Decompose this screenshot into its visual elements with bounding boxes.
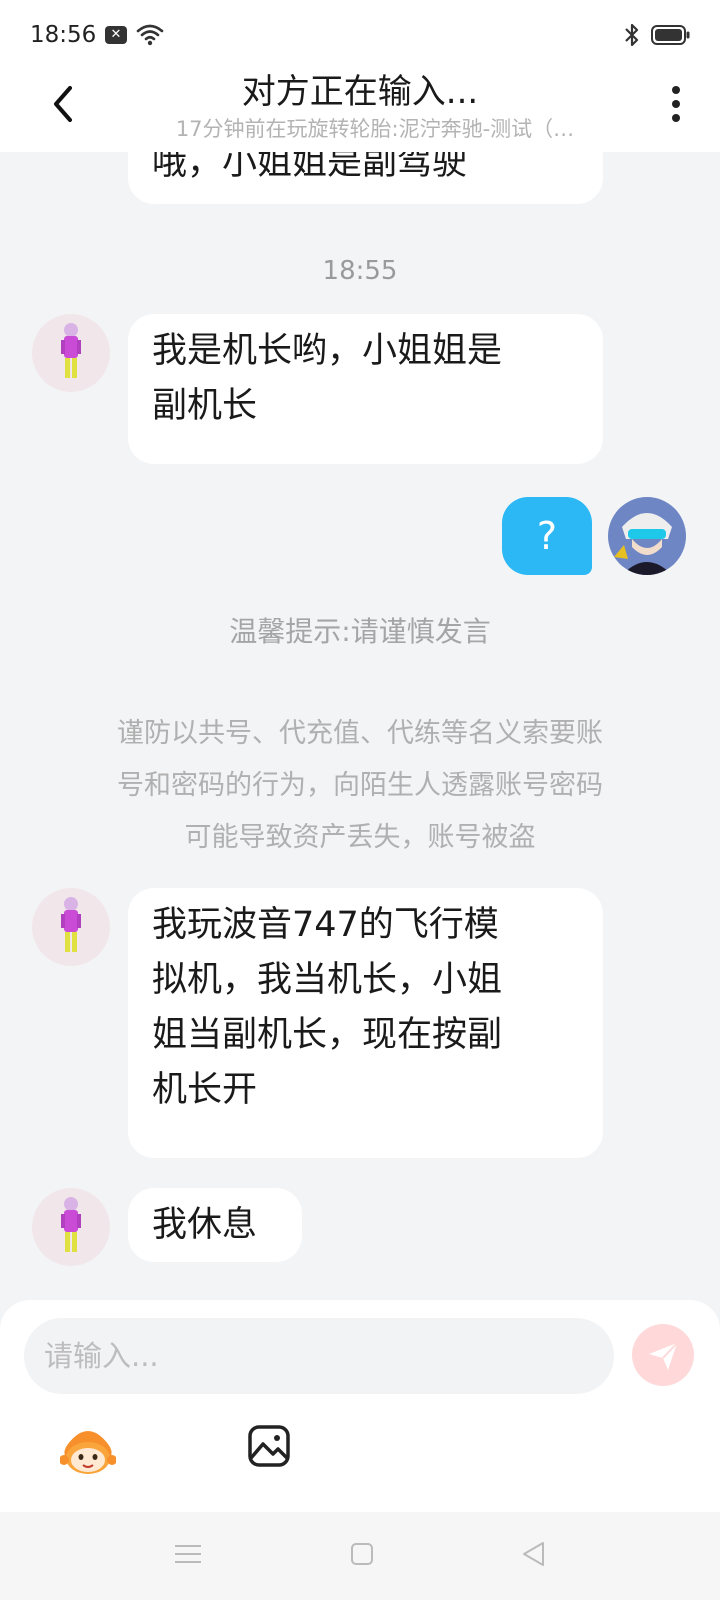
system-nav-bar (0, 1512, 720, 1600)
user-avatar-icon (608, 497, 686, 575)
message-input[interactable] (24, 1318, 614, 1394)
character-figure-icon (61, 323, 81, 378)
contact-avatar[interactable] (32, 314, 110, 392)
home-icon[interactable] (350, 1542, 374, 1566)
safety-tip: 温馨提示:请谨慎发言 (229, 615, 491, 648)
message-bubble-partial[interactable]: 哦，小姐姐是副驾驶 (128, 152, 603, 204)
warning-line: 谨防以共号、代充值、代练等名义索要账 (117, 718, 603, 749)
page-title: 对方正在输入... (241, 72, 479, 112)
send-button[interactable] (632, 1324, 694, 1386)
message-bubble[interactable]: 我是机长哟，小姐姐是 副机长 (128, 314, 603, 464)
message-timestamp: 18:55 (322, 256, 398, 286)
battery-icon (651, 25, 690, 45)
message-line: 机长开 (152, 1070, 258, 1110)
input-panel (0, 1300, 720, 1512)
message-line: 我休息 (152, 1205, 258, 1245)
message-line: 姐当副机长，现在按副 (152, 1015, 503, 1055)
character-figure-icon (61, 897, 81, 952)
my-avatar[interactable] (608, 497, 686, 575)
message-line: 我玩波音747的飞行模 (152, 905, 499, 945)
more-vertical-icon[interactable] (666, 82, 686, 126)
bluetooth-icon (625, 23, 639, 47)
contact-avatar[interactable] (32, 1188, 110, 1266)
warning-line: 可能导致资产丢失，账号被盗 (184, 822, 536, 853)
emoji-sticker-icon[interactable] (60, 1422, 116, 1478)
message-line: 拟机，我当机长，小姐 (152, 960, 503, 1000)
message-line: 我是机长哟，小姐姐是 (152, 331, 503, 371)
contact-avatar[interactable] (32, 888, 110, 966)
my-message-bubble[interactable]: ? (502, 497, 592, 575)
message-bubble[interactable]: 我玩波音747的飞行模 拟机，我当机长，小姐 姐当副机长，现在按副 机长开 (128, 888, 603, 1158)
notification-x-icon: ✕ (105, 26, 127, 44)
image-icon[interactable] (247, 1424, 291, 1468)
status-bar: 18:56 ✕ (0, 0, 720, 72)
message-text: 哦，小姐姐是副驾驶 (152, 152, 468, 183)
wifi-icon (136, 24, 164, 46)
back-triangle-icon[interactable] (520, 1540, 546, 1568)
menu-icon[interactable] (175, 1542, 201, 1566)
character-figure-icon (61, 1197, 81, 1252)
security-warning: 谨防以共号、代充值、代练等名义索要账 号和密码的行为，向陌生人透露账号密码 可能… (60, 708, 660, 864)
status-time: 18:56 (30, 22, 97, 48)
chat-header: 对方正在输入... 17分钟前在玩旋转轮胎:泥泞奔驰-测试（… (0, 72, 720, 152)
message-text: ? (536, 514, 558, 558)
message-line: 副机长 (152, 386, 258, 426)
activity-status: 17分钟前在玩旋转轮胎:泥泞奔驰-测试（… (175, 117, 575, 141)
chat-message-list[interactable]: 哦，小姐姐是副驾驶 18:55 我是机长哟，小姐姐是 副机长 ? 温馨提示:请谨… (0, 152, 720, 1300)
send-icon (649, 1342, 678, 1370)
warning-line: 号和密码的行为，向陌生人透露账号密码 (117, 770, 603, 801)
message-bubble[interactable]: 我休息 (128, 1188, 302, 1262)
